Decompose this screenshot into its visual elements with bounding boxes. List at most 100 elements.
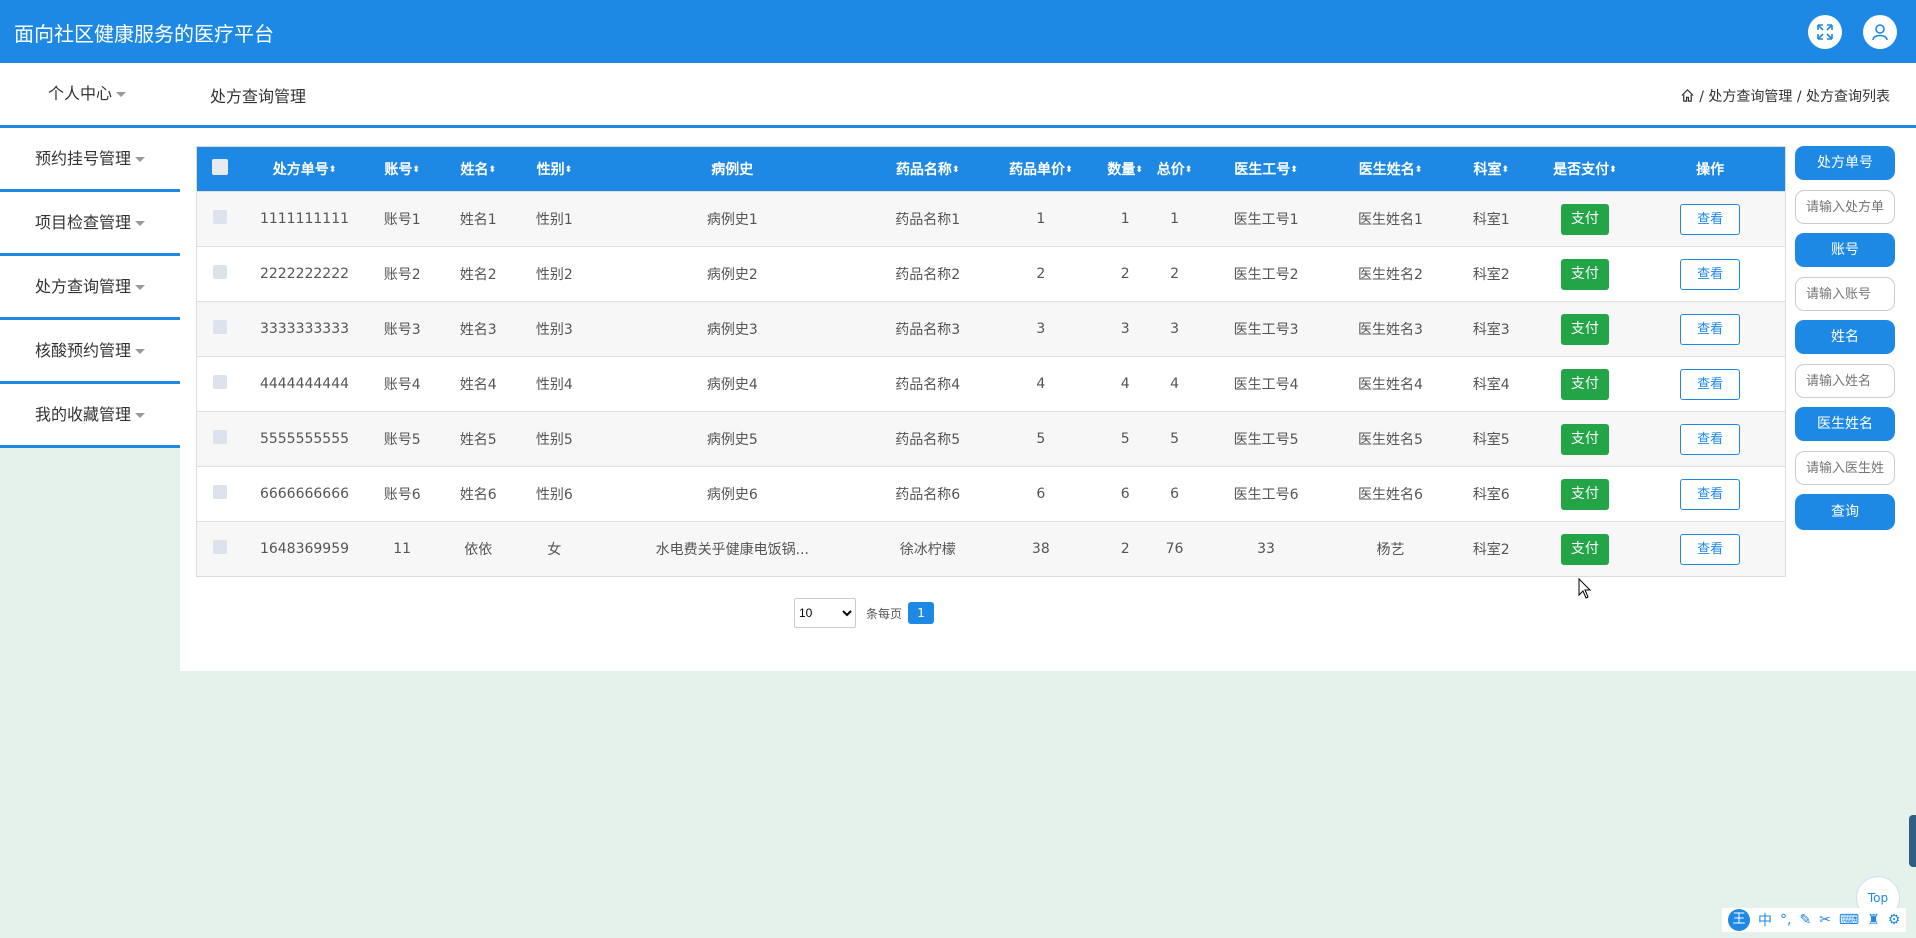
table-row: 1111111111 账号1 姓名1 性别1 病例史1 药品名称1 1 1 1 医生工号1 医生姓名…	[196, 191, 1786, 247]
column-header[interactable]: 科室⬍	[1448, 146, 1535, 192]
page-title: 处方查询管理	[210, 87, 307, 106]
column-header[interactable]: 医生工号⬍	[1199, 146, 1333, 192]
table-row: 2222222222 账号2 姓名2 性别2 病例史2 药品名称2 2 2 2 医生工号2 医生姓名…	[196, 246, 1786, 302]
pay-button[interactable]: 支付	[1560, 368, 1609, 400]
select-all-checkbox[interactable]	[211, 159, 228, 175]
row-checkbox[interactable]	[212, 210, 227, 224]
sort-icon[interactable]: ⬍	[1502, 165, 1510, 175]
punctuation-icon[interactable]: °,	[1780, 912, 1791, 928]
page-size-select[interactable]: 10	[794, 598, 856, 628]
sort-icon[interactable]: ⬍	[1290, 165, 1298, 175]
column-header[interactable]: 姓名⬍	[438, 146, 519, 192]
row-checkbox[interactable]	[212, 320, 227, 334]
name-input[interactable]	[1795, 364, 1895, 398]
pay-button[interactable]: 支付	[1560, 313, 1609, 345]
row-checkbox[interactable]	[212, 265, 227, 279]
column-header[interactable]: 医生姓名⬍	[1332, 146, 1449, 192]
sort-icon[interactable]: ⬍	[329, 165, 337, 175]
column-header: 操作	[1635, 146, 1786, 192]
skin-icon[interactable]: ♜	[1867, 912, 1880, 928]
pen-icon[interactable]: ✎	[1799, 912, 1811, 928]
sort-icon[interactable]: ⬍	[1185, 165, 1193, 175]
view-button[interactable]: 查看	[1680, 478, 1741, 510]
column-header[interactable]: 处方单号⬍	[242, 146, 367, 192]
sort-icon[interactable]: ⬍	[952, 165, 960, 175]
ime-language[interactable]: 中	[1758, 910, 1772, 930]
column-header[interactable]: 药品名称⬍	[874, 146, 982, 192]
sidebar-item-prescription[interactable]: 处方查询管理	[0, 256, 180, 320]
sort-icon[interactable]: ⬍	[1415, 165, 1423, 175]
ime-logo[interactable]: 王	[1728, 909, 1750, 931]
action-cell: 查看	[1635, 356, 1786, 412]
sidebar-item-nucleic-acid[interactable]: 核酸预约管理	[0, 320, 180, 384]
row-checkbox[interactable]	[212, 375, 227, 389]
sort-icon[interactable]: ⬍	[489, 165, 497, 175]
page-number-current[interactable]: 1	[908, 602, 935, 624]
doctor-name-cell: 医生姓名1	[1332, 191, 1449, 247]
view-button[interactable]: 查看	[1680, 368, 1741, 400]
sort-icon[interactable]: ⬍	[565, 165, 573, 175]
row-checkbox[interactable]	[212, 485, 227, 499]
medical-history-cell: 病例史3	[590, 301, 875, 357]
pay-button[interactable]: 支付	[1560, 258, 1609, 290]
drug-name-cell: 药品名称1	[874, 191, 982, 247]
action-cell: 查看	[1635, 411, 1786, 467]
view-button[interactable]: 查看	[1680, 258, 1741, 290]
sidebar-item-favorites[interactable]: 我的收藏管理	[0, 384, 180, 448]
gender-cell: 女	[518, 521, 591, 577]
column-header[interactable]: 药品单价⬍	[981, 146, 1101, 192]
sidebar-item-inspection[interactable]: 项目检查管理	[0, 192, 180, 256]
sidebar-item-appointment[interactable]: 预约挂号管理	[0, 128, 180, 192]
view-button[interactable]: 查看	[1680, 423, 1741, 455]
pay-status-cell: 支付	[1534, 356, 1636, 412]
column-header[interactable]: 是否支付⬍	[1534, 146, 1636, 192]
pay-button[interactable]: 支付	[1560, 533, 1609, 565]
column-header[interactable]: 账号⬍	[366, 146, 439, 192]
doctor-id-cell: 医生工号1	[1199, 191, 1333, 247]
row-checkbox[interactable]	[212, 430, 227, 444]
gender-cell: 性别2	[518, 246, 591, 302]
sort-icon[interactable]: ⬍	[1065, 165, 1073, 175]
account-cell: 账号4	[366, 356, 439, 412]
sort-icon[interactable]: ⬍	[1609, 165, 1617, 175]
column-header[interactable]: 数量⬍	[1100, 146, 1150, 192]
rx-number-input[interactable]	[1795, 190, 1895, 224]
rx-number-cell: 1648369959	[242, 521, 367, 577]
view-button[interactable]: 查看	[1680, 313, 1741, 345]
account-cell: 账号5	[366, 411, 439, 467]
personal-center-menu[interactable]: 个人中心	[48, 63, 127, 125]
sort-icon[interactable]: ⬍	[412, 165, 420, 175]
scissors-icon[interactable]: ✂	[1819, 912, 1831, 928]
query-button[interactable]: 查询	[1795, 494, 1895, 530]
pay-button[interactable]: 支付	[1560, 478, 1609, 510]
pay-button[interactable]: 支付	[1560, 203, 1609, 235]
user-profile-button[interactable]	[1863, 15, 1897, 49]
name-label: 姓名	[1795, 320, 1895, 354]
sidebar-item-label: 项目检查管理	[34, 213, 131, 232]
row-checkbox[interactable]	[212, 540, 227, 554]
keyboard-icon[interactable]: ⌨	[1839, 912, 1859, 928]
breadcrumb-level1[interactable]: 处方查询管理	[1708, 89, 1792, 105]
pagination: 10 条每页 1	[794, 598, 935, 628]
pay-button[interactable]: 支付	[1560, 423, 1609, 455]
home-icon[interactable]	[1680, 88, 1695, 103]
column-header[interactable]: 总价⬍	[1149, 146, 1200, 192]
action-cell: 查看	[1635, 521, 1786, 577]
view-button[interactable]: 查看	[1680, 203, 1741, 235]
fullscreen-button[interactable]	[1808, 15, 1842, 49]
sort-icon[interactable]: ⬍	[1135, 165, 1143, 175]
doctor-id-cell: 医生工号5	[1199, 411, 1333, 467]
rx-number-cell: 2222222222	[242, 246, 367, 302]
settings-gear-icon[interactable]: ⚙	[1888, 912, 1901, 928]
scroll-handle[interactable]	[1909, 815, 1916, 867]
department-cell: 科室2	[1448, 521, 1535, 577]
column-header[interactable]: 性别⬍	[518, 146, 591, 192]
breadcrumb: / 处方查询管理 / 处方查询列表	[1680, 63, 1890, 131]
doctor-name-input[interactable]	[1795, 451, 1895, 485]
pay-status-cell: 支付	[1534, 246, 1636, 302]
view-button[interactable]: 查看	[1680, 533, 1741, 565]
row-select-cell	[196, 411, 243, 467]
medical-history-cell: 病例史4	[590, 356, 875, 412]
action-cell: 查看	[1635, 301, 1786, 357]
account-input[interactable]	[1795, 277, 1895, 311]
